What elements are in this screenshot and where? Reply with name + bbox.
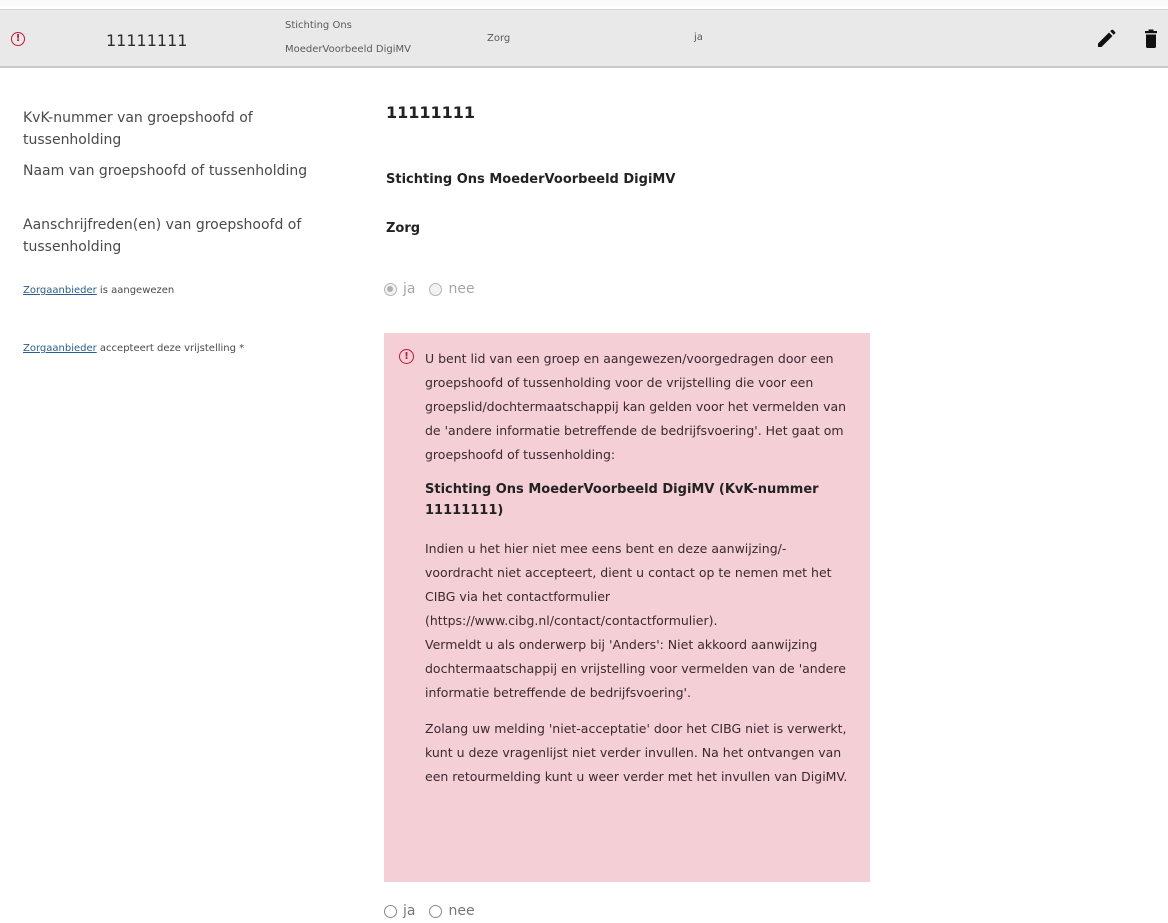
name-value: Stichting Ons MoederVoorbeeld DigiMV bbox=[386, 172, 676, 187]
accepts-yes-label[interactable]: ja bbox=[403, 903, 415, 919]
warning-text-3: Vermeldt u als onderwerp bij 'Anders': N… bbox=[425, 637, 846, 700]
accepts-label-text: accepteert deze vrijstelling * bbox=[96, 343, 245, 354]
reasons-value: Zorg bbox=[386, 221, 421, 236]
exclamation-circle-icon: ! bbox=[399, 349, 414, 364]
reasons-label: Aanschrijfreden(en) van groepshoofd of t… bbox=[23, 217, 302, 255]
accepts-no-radio[interactable] bbox=[429, 904, 443, 918]
top-divider bbox=[0, 0, 1168, 6]
accepts-radio-group: ja nee bbox=[384, 903, 489, 919]
appointed-yes-label: ja bbox=[403, 281, 416, 297]
warning-text-2: Indien u het hier niet mee eens bent en … bbox=[425, 541, 832, 628]
edit-button[interactable] bbox=[1095, 28, 1117, 50]
name-label: Naam van groepshoofd of tussenholding bbox=[23, 163, 308, 179]
appointed-radio-group: ja nee bbox=[384, 281, 489, 297]
row-name: Stichting Ons MoederVoorbeeld DigiMV bbox=[285, 14, 455, 62]
exclamation-circle-icon: ! bbox=[11, 32, 25, 46]
warning-text-1: U bent lid van een groep en aangewezen/v… bbox=[425, 351, 847, 462]
kvk-label: KvK-nummer van groepshoofd of tussenhold… bbox=[23, 110, 253, 148]
pencil-icon bbox=[1098, 29, 1116, 47]
warning-text-4: Zolang uw melding 'niet-acceptatie' door… bbox=[425, 721, 848, 784]
warning-group-head: Stichting Ons MoederVoorbeeld DigiMV (Kv… bbox=[425, 482, 819, 518]
warning-message: ! U bent lid van een groep en aangewezen… bbox=[384, 333, 870, 882]
zorgaanbieder-link[interactable]: Zorgaanbieder bbox=[23, 285, 97, 296]
table-row[interactable]: ! 11111111 Stichting Ons MoederVoorbeeld… bbox=[0, 9, 1168, 68]
appointed-label: Zorgaanbieder is aangewezen bbox=[23, 284, 323, 298]
row-appointed: ja bbox=[694, 32, 703, 43]
appointed-no-radio bbox=[429, 282, 443, 296]
zorgaanbieder-link-2[interactable]: Zorgaanbieder bbox=[23, 343, 97, 354]
row-name-line1: Stichting Ons bbox=[285, 20, 352, 31]
appointed-yes-radio bbox=[384, 282, 397, 296]
appointed-label-text: is aangewezen bbox=[96, 285, 175, 296]
row-sector: Zorg bbox=[487, 33, 511, 44]
row-kvk: 11111111 bbox=[106, 31, 188, 50]
kvk-value: 11111111 bbox=[386, 103, 476, 122]
accepts-label: Zorgaanbieder accepteert deze vrijstelli… bbox=[23, 342, 323, 356]
accepts-no-label[interactable]: nee bbox=[448, 903, 474, 919]
delete-button[interactable] bbox=[1140, 28, 1162, 50]
accepts-yes-radio[interactable] bbox=[384, 904, 397, 918]
row-name-line2: MoederVoorbeeld DigiMV bbox=[285, 44, 411, 55]
trash-icon bbox=[1145, 29, 1157, 48]
appointed-no-label: nee bbox=[448, 281, 475, 297]
